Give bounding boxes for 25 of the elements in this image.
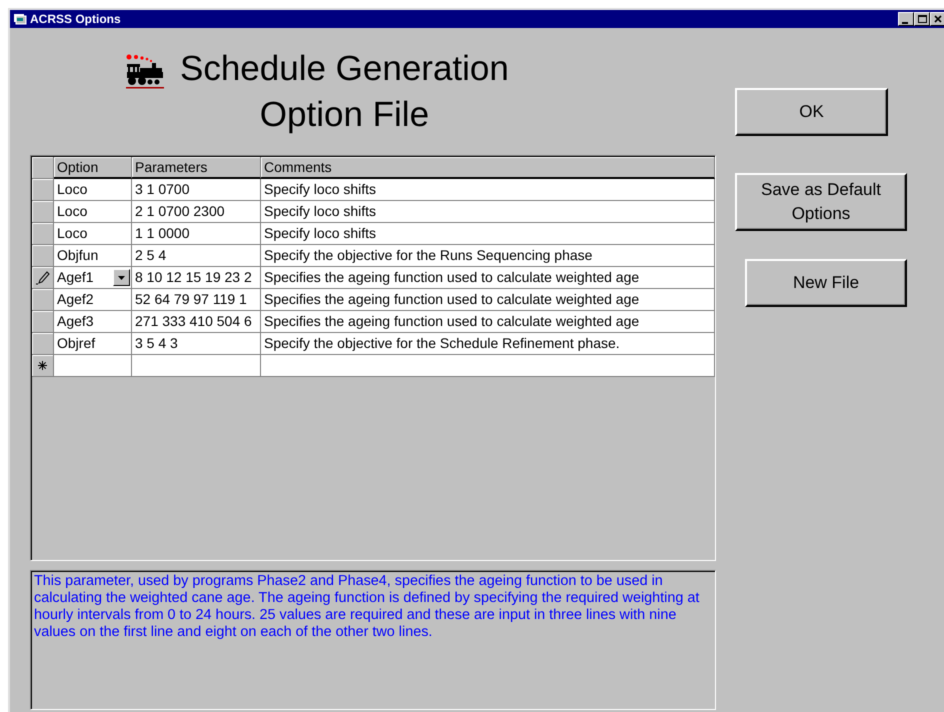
table-cell[interactable]: Agef1	[57, 267, 113, 288]
description-text: This parameter, used by programs Phase2 and Phase4, specifies the ageing function to be used in calculating the weighted cane age. The ageing function is defined by specifying the required weighting at hourly intervals from 0 to 24 hours. 25 values are required and these are input in three lines with nine values on the first line and eight on each of the other two lines.	[30, 570, 716, 710]
column-header[interactable]: Parameters	[132, 157, 261, 179]
window-title: ACRSS Options	[30, 12, 121, 26]
maximize-icon	[917, 14, 927, 24]
close-button[interactable]	[930, 12, 944, 26]
pencil-icon	[36, 270, 50, 284]
heading-text: Schedule Generation	[180, 48, 509, 90]
push-button[interactable]: New File	[745, 259, 907, 307]
window-icon	[13, 13, 27, 25]
caret-icon	[118, 276, 125, 280]
push-button[interactable]: OK	[735, 88, 888, 136]
column-header[interactable]: Option	[54, 157, 132, 179]
push-button[interactable]: Save as Default Options	[735, 173, 907, 231]
locomotive-icon	[126, 54, 164, 90]
column-header[interactable]: Comments	[261, 157, 715, 179]
new-row-icon	[38, 361, 47, 370]
maximize-button[interactable]	[914, 12, 930, 26]
minimize-button[interactable]	[898, 12, 914, 26]
close-icon	[933, 14, 943, 24]
row-selector[interactable]	[32, 267, 54, 289]
heading-text: Option File	[258, 94, 430, 136]
dropdown-button[interactable]	[113, 269, 130, 286]
minimize-icon	[902, 22, 908, 24]
row-selector[interactable]	[32, 355, 54, 377]
